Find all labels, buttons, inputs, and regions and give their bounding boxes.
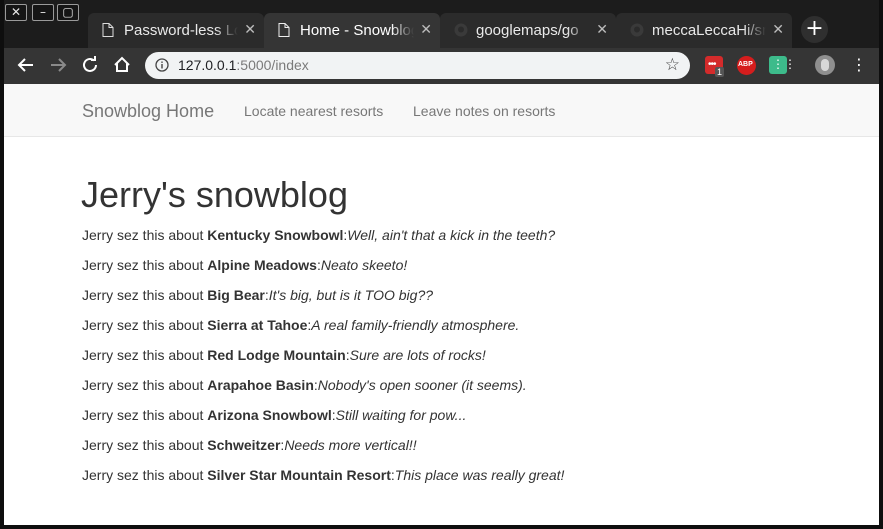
info-icon[interactable] [155, 58, 169, 72]
forward-arrow-icon[interactable] [45, 52, 71, 78]
entry-prefix: Jerry sez this about [82, 437, 208, 453]
blog-entry: Jerry sez this about Kentucky Snowbowl:W… [82, 227, 564, 257]
url-host: 127.0.0.1 [178, 57, 237, 73]
web-page: Snowblog Home Locate nearest resorts Lea… [4, 84, 879, 525]
entry-prefix: Jerry sez this about [82, 257, 208, 273]
address-bar[interactable]: 127.0.0.1:5000/index ☆ [145, 52, 690, 79]
entry-prefix: Jerry sez this about [82, 317, 208, 333]
entry-note: Nobody's open sooner (it seems). [317, 377, 527, 393]
site-navbar: Snowblog Home Locate nearest resorts Lea… [4, 84, 879, 137]
entry-note: It's big, but is it TOO big?? [268, 287, 434, 303]
reload-icon[interactable] [77, 52, 103, 78]
entry-prefix: Jerry sez this about [82, 407, 208, 423]
adblock-plus-extension-icon[interactable]: ABP [737, 56, 756, 75]
blog-entry: Jerry sez this about Schweitzer:Needs mo… [82, 437, 564, 467]
nav-link-leave-notes[interactable]: Leave notes on resorts [413, 103, 555, 119]
entry-note: A real family-friendly atmosphere. [311, 317, 520, 333]
blog-entries: Jerry sez this about Kentucky Snowbowl:W… [82, 227, 564, 497]
lastpass-extension-icon[interactable]: ••• 1 [705, 56, 725, 77]
tab-meccaleccahi[interactable]: meccaLeccaHi/sn ✕ [616, 13, 792, 48]
new-tab-button[interactable]: + [801, 16, 828, 43]
brand-link[interactable]: Snowblog Home [82, 101, 214, 122]
entry-prefix: Jerry sez this about [82, 227, 208, 243]
browser-toolbar: 127.0.0.1:5000/index ☆ ••• 1 ABP ⋮⋮ ⋮ [0, 48, 883, 84]
tab-close-icon[interactable]: ✕ [244, 22, 256, 38]
profile-avatar[interactable] [815, 55, 835, 75]
entry-note: Needs more vertical!! [284, 437, 417, 453]
entry-resort-name: Big Bear [207, 287, 265, 303]
blog-entry: Jerry sez this about Arapahoe Basin:Nobo… [82, 377, 564, 407]
home-icon[interactable] [109, 52, 135, 78]
entry-resort-name: Arizona Snowbowl [207, 407, 332, 423]
page-title: Jerry's snowblog [81, 174, 348, 215]
window-close-button[interactable]: ✕ [5, 4, 27, 21]
tab-title: Password-less Lo [124, 22, 238, 39]
nav-link-locate-resorts[interactable]: Locate nearest resorts [244, 103, 383, 119]
entry-prefix: Jerry sez this about [82, 377, 208, 393]
blog-entry: Jerry sez this about Alpine Meadows:Neat… [82, 257, 564, 287]
blog-entry: Jerry sez this about Sierra at Tahoe:A r… [82, 317, 564, 347]
blog-entry: Jerry sez this about Red Lodge Mountain:… [82, 347, 564, 377]
entry-resort-name: Schweitzer [207, 437, 281, 453]
blog-entry: Jerry sez this about Silver Star Mountai… [82, 467, 564, 497]
github-icon [454, 23, 468, 37]
browser-window: ✕ – ▢ Password-less Lo ✕ Home - Snowblog… [0, 0, 883, 529]
entry-resort-name: Alpine Meadows [207, 257, 317, 273]
extension-badge: 1 [715, 67, 725, 77]
entry-note: Neato skeeto! [320, 257, 408, 273]
github-icon [630, 23, 644, 37]
menu-kebab-icon[interactable]: ⋮ [851, 55, 867, 75]
entry-prefix: Jerry sez this about [82, 287, 208, 303]
entry-prefix: Jerry sez this about [82, 347, 208, 363]
abp-label: ABP [738, 61, 753, 68]
tab-close-icon[interactable]: ✕ [596, 22, 608, 38]
entry-note: This place was really great! [394, 467, 565, 483]
tab-close-icon[interactable]: ✕ [772, 22, 784, 38]
tab-googlemaps[interactable]: googlemaps/go ✕ [440, 13, 616, 48]
entry-resort-name: Sierra at Tahoe [207, 317, 308, 333]
document-icon [278, 23, 290, 37]
bookmark-star-icon[interactable]: ☆ [665, 55, 680, 75]
entry-resort-name: Red Lodge Mountain [207, 347, 346, 363]
entry-note: Still waiting for pow... [335, 407, 467, 423]
url-text: 127.0.0.1:5000/index [178, 57, 309, 73]
tab-password-less[interactable]: Password-less Lo ✕ [88, 13, 264, 48]
tab-title: meccaLeccaHi/sn [652, 22, 766, 39]
window-minimize-button[interactable]: – [32, 4, 54, 21]
document-icon [102, 23, 114, 37]
entry-prefix: Jerry sez this about [82, 467, 208, 483]
entry-resort-name: Kentucky Snowbowl [207, 227, 344, 243]
entry-resort-name: Silver Star Mountain Resort [207, 467, 391, 483]
tab-title: googlemaps/go [476, 22, 579, 39]
entry-note: Well, ain't that a kick in the teeth? [347, 227, 556, 243]
window-maximize-button[interactable]: ▢ [57, 4, 79, 21]
tab-title: Home - Snowblog [300, 22, 414, 39]
blog-entry: Jerry sez this about Big Bear:It's big, … [82, 287, 564, 317]
entry-resort-name: Arapahoe Basin [207, 377, 314, 393]
blog-entry: Jerry sez this about Arizona Snowbowl:St… [82, 407, 564, 437]
tab-close-icon[interactable]: ✕ [420, 22, 432, 38]
tab-home-snowblog[interactable]: Home - Snowblog ✕ [264, 13, 440, 48]
entry-note: Sure are lots of rocks! [349, 347, 486, 363]
back-arrow-icon[interactable] [13, 52, 39, 78]
url-path: :5000/index [236, 57, 309, 73]
grid-extension-icon[interactable]: ⋮⋮ [769, 56, 796, 74]
